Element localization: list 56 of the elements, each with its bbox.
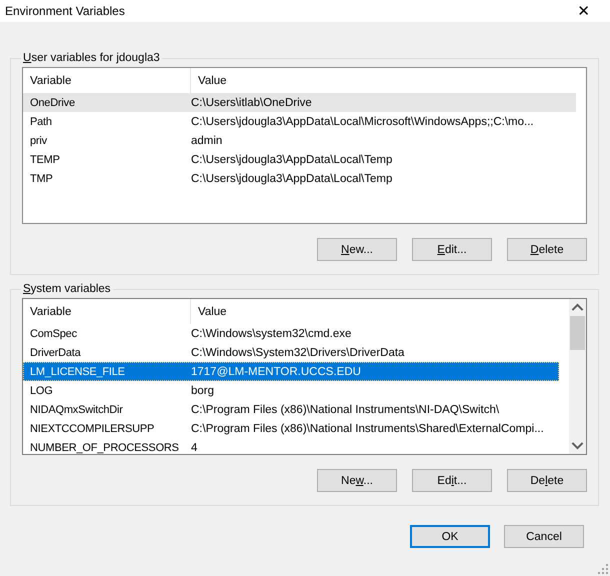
list-row[interactable]: NUMBER_OF_PROCESSORS 4 <box>23 438 559 454</box>
dialog-button[interactable]: New... <box>317 469 397 492</box>
variable-name: priv <box>29 134 48 146</box>
variable-value: C:\Program Files (x86)\National Instruments\NI-DAQ\Switch\ <box>190 404 500 416</box>
variable-value: C:\Users\jdougla3\AppData\Local\Temp <box>190 154 392 166</box>
variable-value: C:\Windows\System32\Drivers\DriverData <box>190 346 404 358</box>
list-row[interactable]: DriverData C:\Windows\System32\Drivers\DriverData <box>23 343 559 362</box>
variable-value: C:\Users\jdougla3\AppData\Local\Microsoft\WindowsApps;;C:\mo... <box>190 116 534 128</box>
dialog-button[interactable]: Edit... <box>412 238 492 261</box>
window-title: Environment Variables <box>5 4 125 18</box>
variable-value: C:\Program Files (x86)\National Instruments\Shared\ExternalCompi... <box>190 422 544 434</box>
variable-name: Path <box>29 116 53 128</box>
dialog-button[interactable]: Cancel <box>504 525 584 548</box>
variable-value: C:\Windows\system32\cmd.exe <box>190 328 352 340</box>
list-row[interactable]: ComSpec C:\Windows\system32\cmd.exe <box>23 324 559 343</box>
variable-name: DriverData <box>29 346 82 358</box>
variable-value: 1717@LM-MENTOR.UCCS.EDU <box>190 366 361 378</box>
list-row[interactable]: LM_LICENSE_FILE 1717@LM-MENTOR.UCCS.EDU <box>23 362 559 381</box>
variable-name: NIEXTCCOMPILERSUPP <box>29 422 156 434</box>
group-title: User variables for jdougla3 <box>22 52 161 64</box>
list-row[interactable]: TEMP C:\Users\jdougla3\AppData\Local\Temp <box>23 150 576 169</box>
list-row[interactable]: NIEXTCCOMPILERSUPP C:\Program Files (x86)\National Instruments\Shared\ExternalCompi... <box>23 419 559 438</box>
variable-name: TMP <box>29 172 54 184</box>
variable-name: NIDAQmxSwitchDir <box>29 404 124 416</box>
variable-name: ComSpec <box>29 328 78 340</box>
variable-name: LM_LICENSE_FILE <box>29 366 126 378</box>
list-row[interactable]: priv admin <box>23 131 576 150</box>
variable-value: admin <box>190 134 222 146</box>
scrollbar-thumb[interactable] <box>570 316 585 350</box>
column-header[interactable]: Value <box>191 299 569 324</box>
variable-value: 4 <box>190 442 198 454</box>
variable-name: LOG <box>29 384 54 396</box>
list-row[interactable]: TMP C:\Users\jdougla3\AppData\Local\Temp <box>23 169 576 188</box>
list-row[interactable]: NIDAQmxSwitchDir C:\Program Files (x86)\National Instruments\NI-DAQ\Switch\ <box>23 400 559 419</box>
scrollbar[interactable] <box>569 299 586 454</box>
variable-name: TEMP <box>29 154 61 166</box>
list-row[interactable]: OneDrive C:\Users\itlab\OneDrive <box>23 93 576 112</box>
list-row[interactable]: LOG borg <box>23 381 559 400</box>
close-button[interactable]: ✕ <box>569 2 598 20</box>
variables-list[interactable] <box>22 67 587 224</box>
dialog-button[interactable]: Delete <box>507 238 587 261</box>
variable-value: C:\Users\jdougla3\AppData\Local\Temp <box>190 172 392 184</box>
group-title: System variables <box>22 283 112 295</box>
column-header[interactable]: Variable <box>23 299 191 324</box>
variable-value: borg <box>190 384 214 396</box>
variable-value: C:\Users\itlab\OneDrive <box>190 96 312 108</box>
column-header[interactable]: Value <box>191 68 586 93</box>
list-row[interactable]: Path C:\Users\jdougla3\AppData\Local\Microsoft\WindowsApps;;C:\mo... <box>23 112 576 131</box>
variable-name: NUMBER_OF_PROCESSORS <box>29 442 180 454</box>
dialog-button[interactable]: Delete <box>507 469 587 492</box>
dialog-button[interactable]: OK <box>410 525 490 548</box>
variables-list[interactable] <box>22 298 587 455</box>
dialog-button[interactable]: New... <box>317 238 397 261</box>
variable-name: OneDrive <box>29 96 76 108</box>
resize-grip-icon[interactable] <box>597 563 609 575</box>
dialog-button[interactable]: Edit... <box>412 469 492 492</box>
